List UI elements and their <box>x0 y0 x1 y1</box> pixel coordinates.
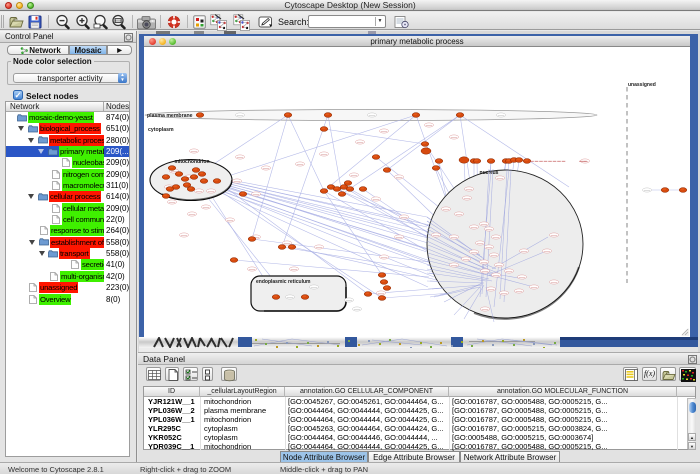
svg-text:endoplasmic reticulum: endoplasmic reticulum <box>256 279 311 285</box>
svg-text:mitochondrion: mitochondrion <box>175 159 210 165</box>
svg-text:unassigned: unassigned <box>628 82 656 88</box>
svg-text:cytoplasm: cytoplasm <box>148 127 174 133</box>
svg-text:plasma membrane: plasma membrane <box>147 113 193 119</box>
